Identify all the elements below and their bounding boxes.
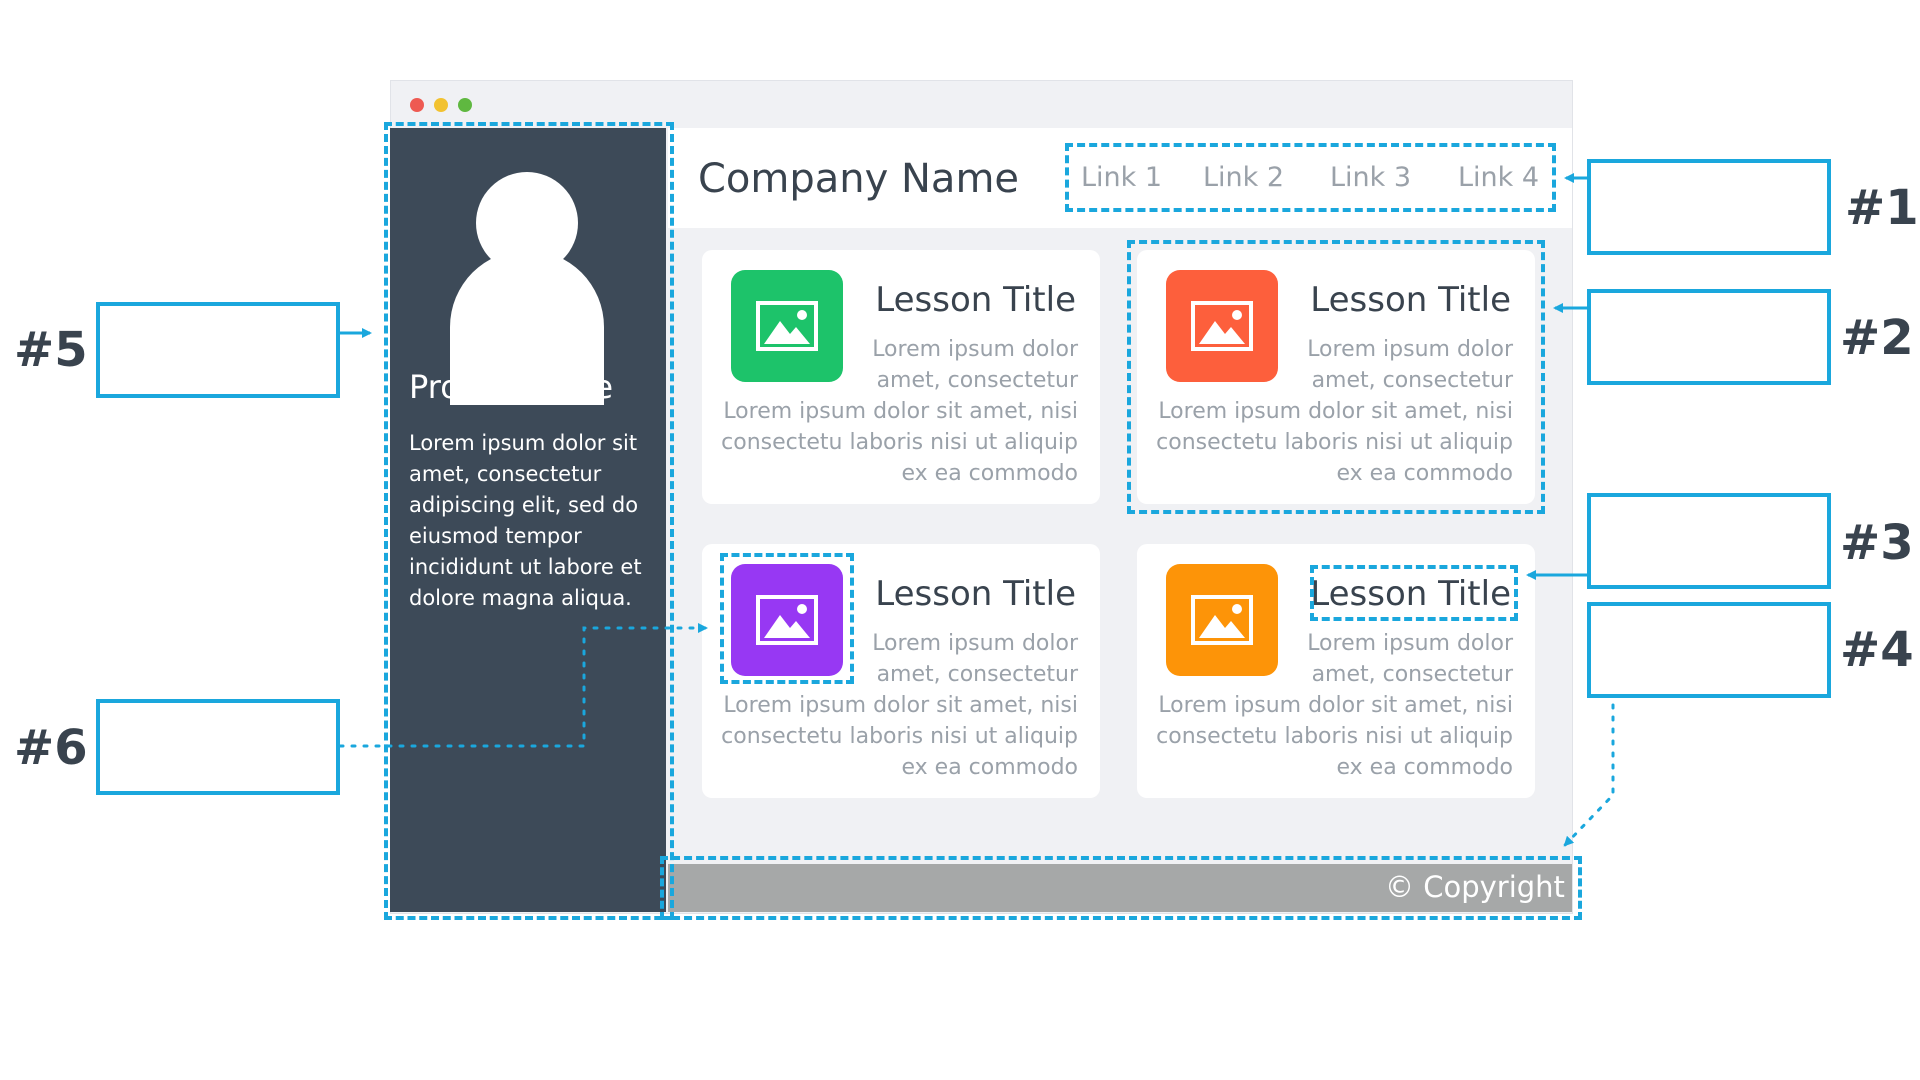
connector-arrows xyxy=(338,173,1615,847)
arrow-6 xyxy=(338,623,708,748)
arrow-4 xyxy=(1563,703,1615,847)
